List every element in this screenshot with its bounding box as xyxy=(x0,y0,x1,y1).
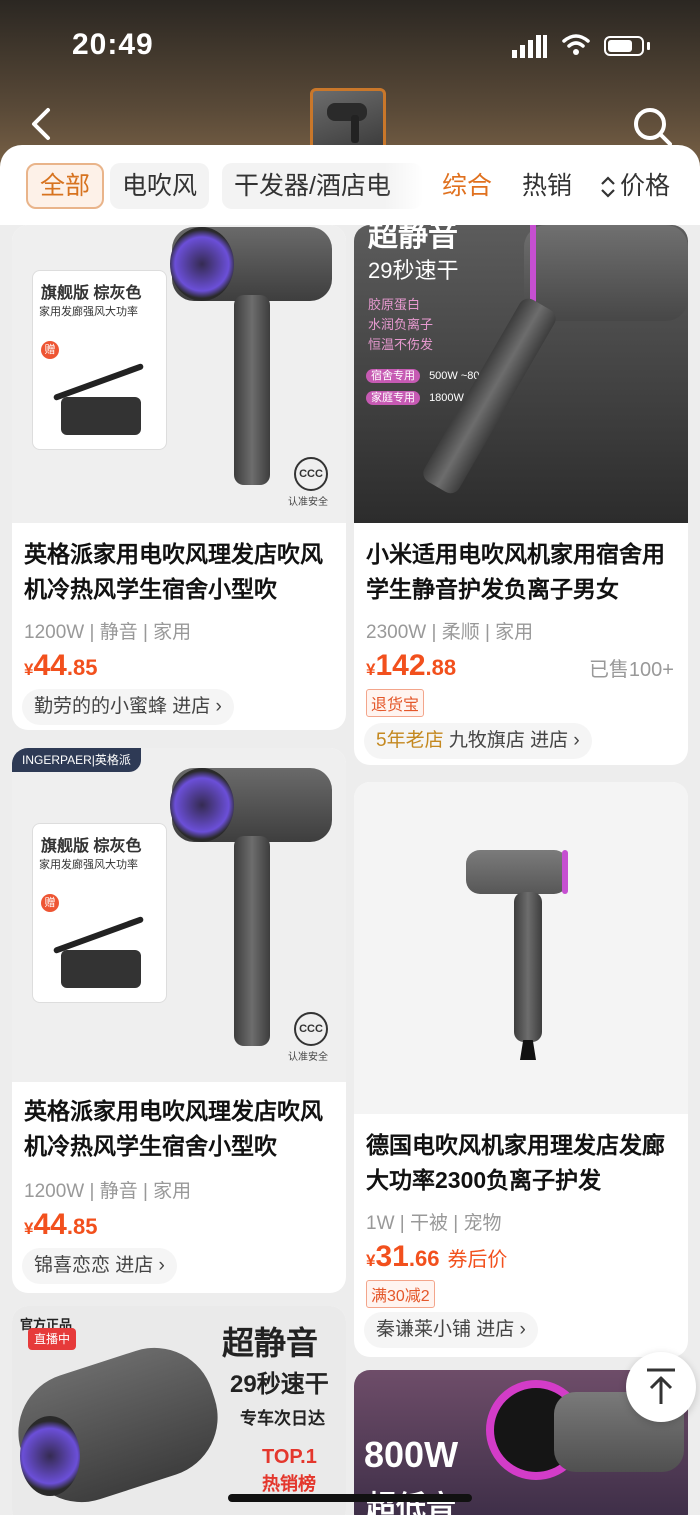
hair-dryer-ring xyxy=(170,768,234,842)
filter-chip-hair-dryer[interactable]: 电吹风 xyxy=(110,163,210,209)
comb-icon xyxy=(52,362,145,402)
sold-count: 已售100+ xyxy=(588,659,674,681)
sort-price[interactable]: 价格 xyxy=(620,163,670,209)
feature-item: 水润负离子 xyxy=(368,317,434,332)
arrow-up-icon xyxy=(647,1368,675,1404)
product-tags: 1200W | 静音 | 家用 xyxy=(24,1181,192,1202)
product-card[interactable]: 官方正品 直播中 超静音 29秒速干 专车次日达 TOP.1 热销榜 xyxy=(12,1306,346,1515)
spec-tag: 家庭专用 xyxy=(366,391,420,405)
cert-label: 认准安全 xyxy=(288,1052,328,1063)
sort-best-selling[interactable]: 热销 xyxy=(522,163,572,209)
top-label: TOP.1 xyxy=(262,1446,317,1468)
product-tags: 1200W | 静音 | 家用 xyxy=(24,622,192,643)
gift-badge: 赠 xyxy=(41,894,59,912)
product-card[interactable]: 旗舰版 棕灰色 家用发廊强风大功率 赠 CCC 认准安全 英格派家用电吹风理发店… xyxy=(12,225,346,730)
brand-tag: INGERPAER|英格派 xyxy=(12,748,141,772)
product-tags: 1W | 干被 | 宠物 xyxy=(366,1213,502,1234)
diffuser-icon xyxy=(61,950,141,988)
edition-label: 旗舰版 棕灰色 xyxy=(41,285,142,302)
promo-speed: 29秒速干 xyxy=(368,258,459,283)
product-title[interactable]: 英格派家用电吹风理发店吹风机冷热风学生宿舍小型吹 xyxy=(24,537,344,607)
sort-comprehensive[interactable]: 综合 xyxy=(442,163,492,209)
wifi-icon xyxy=(562,34,590,55)
return-badge: 退货宝 xyxy=(366,689,425,717)
product-card[interactable]: 超静音 29秒速干 胶原蛋白 水润负离子 恒温不伤发 宿舍专用 500W ~80… xyxy=(354,225,688,765)
hair-dryer-handle xyxy=(234,295,270,485)
shop-link[interactable]: 勤劳的的小蜜蜂 进店 › xyxy=(22,689,234,725)
scroll-to-top-button[interactable] xyxy=(626,1352,696,1422)
promo-headline: 超静音 xyxy=(368,225,458,253)
delivery-text: 专车次日达 xyxy=(240,1409,325,1428)
filter-bar: 全部 电吹风 干发器/酒店电 综合 热销 价格 xyxy=(0,145,700,225)
product-title[interactable]: 英格派家用电吹风理发店吹风机冷热风学生宿舍小型吹 xyxy=(24,1094,344,1164)
sort-arrows-icon[interactable] xyxy=(600,175,616,199)
feature-item: 胶原蛋白 xyxy=(368,297,421,312)
shop-link[interactable]: 5年老店 九牧旗店 进店 › xyxy=(364,723,592,759)
hair-dryer-head xyxy=(466,850,568,894)
product-image[interactable]: 官方正品 直播中 超静音 29秒速干 专车次日达 TOP.1 热销榜 xyxy=(12,1306,346,1515)
discount-badge: 满30减2 xyxy=(366,1280,435,1308)
hair-dryer-ring xyxy=(20,1416,80,1496)
product-price: ¥142.88 xyxy=(366,649,457,682)
cert-label: 认准安全 xyxy=(288,497,328,508)
signal-icon xyxy=(512,35,547,58)
filter-chip-all[interactable]: 全部 xyxy=(26,163,105,209)
safety-cert-icon: CCC xyxy=(294,457,328,491)
hair-dryer-ring xyxy=(170,227,234,301)
status-bar: 20:49 xyxy=(0,0,700,90)
diffuser-icon xyxy=(61,397,141,435)
promo-sub: 家用发廊强风大功率 xyxy=(39,306,138,318)
chip-fade xyxy=(384,163,424,209)
product-image[interactable] xyxy=(354,782,688,1114)
hair-dryer-cord xyxy=(520,1040,536,1060)
feature-list: 胶原蛋白 水润负离子 恒温不伤发 xyxy=(368,295,433,355)
live-badge: 直播中 xyxy=(28,1328,77,1350)
spec-tag: 宿舍专用 xyxy=(366,369,420,383)
power-label: 800W xyxy=(364,1434,459,1475)
feature-item: 恒温不伤发 xyxy=(368,337,434,352)
promo-headline: 超静音 xyxy=(222,1325,319,1361)
battery-cap xyxy=(647,42,650,50)
comb-icon xyxy=(52,915,145,955)
gift-badge: 赠 xyxy=(41,341,59,359)
shop-years: 5年老店 xyxy=(376,730,444,751)
product-price: ¥44.85 xyxy=(24,649,98,682)
product-tags: 2300W | 柔顺 | 家用 xyxy=(366,622,534,643)
product-image[interactable]: 超静音 29秒速干 胶原蛋白 水润负离子 恒温不伤发 宿舍专用 500W ~80… xyxy=(354,225,688,523)
promo-speed: 29秒速干 xyxy=(230,1371,329,1398)
edition-label: 旗舰版 棕灰色 xyxy=(41,838,142,855)
hair-dryer-handle xyxy=(234,836,270,1046)
hair-dryer-accent xyxy=(562,850,568,894)
home-indicator[interactable] xyxy=(228,1494,472,1502)
product-card[interactable]: INGERPAER|英格派 旗舰版 棕灰色 家用发廊强风大功率 赠 CCC 认准… xyxy=(12,748,346,1293)
chevron-left-icon[interactable] xyxy=(22,104,62,144)
promo-sub: 家用发廊强风大功率 xyxy=(39,859,138,871)
hair-dryer-handle xyxy=(514,892,542,1042)
battery-icon xyxy=(604,36,644,56)
shop-name: 九牧旗店 进店 › xyxy=(448,730,580,751)
shop-link[interactable]: 秦谦莱小铺 进店 › xyxy=(364,1312,538,1348)
product-title[interactable]: 小米适用电吹风机家用宿舍用学生静音护发负离子男女 xyxy=(366,537,686,607)
product-card[interactable]: 德国电吹风机家用理发店发廊大功率2300负离子护发 1W | 干被 | 宠物 ¥… xyxy=(354,782,688,1357)
shop-link[interactable]: 锦喜恋恋 进店 › xyxy=(22,1248,177,1284)
product-image[interactable]: INGERPAER|英格派 旗舰版 棕灰色 家用发廊强风大功率 赠 CCC 认准… xyxy=(12,748,346,1082)
hair-dryer-head xyxy=(524,225,688,321)
promo-panel: 旗舰版 棕灰色 家用发廊强风大功率 赠 xyxy=(32,270,167,450)
product-title[interactable]: 德国电吹风机家用理发店发廊大功率2300负离子护发 xyxy=(366,1128,686,1198)
status-time: 20:49 xyxy=(72,28,154,61)
search-icon[interactable] xyxy=(630,104,674,148)
product-price: ¥44.85 xyxy=(24,1208,98,1241)
promo-panel: 旗舰版 棕灰色 家用发廊强风大功率 赠 xyxy=(32,823,167,1003)
product-price: ¥31.66 券后价 xyxy=(366,1240,508,1273)
product-image[interactable]: 旗舰版 棕灰色 家用发廊强风大功率 赠 CCC 认准安全 xyxy=(12,225,346,523)
safety-cert-icon: CCC xyxy=(294,1012,328,1046)
rank-label: 热销榜 xyxy=(262,1474,316,1494)
